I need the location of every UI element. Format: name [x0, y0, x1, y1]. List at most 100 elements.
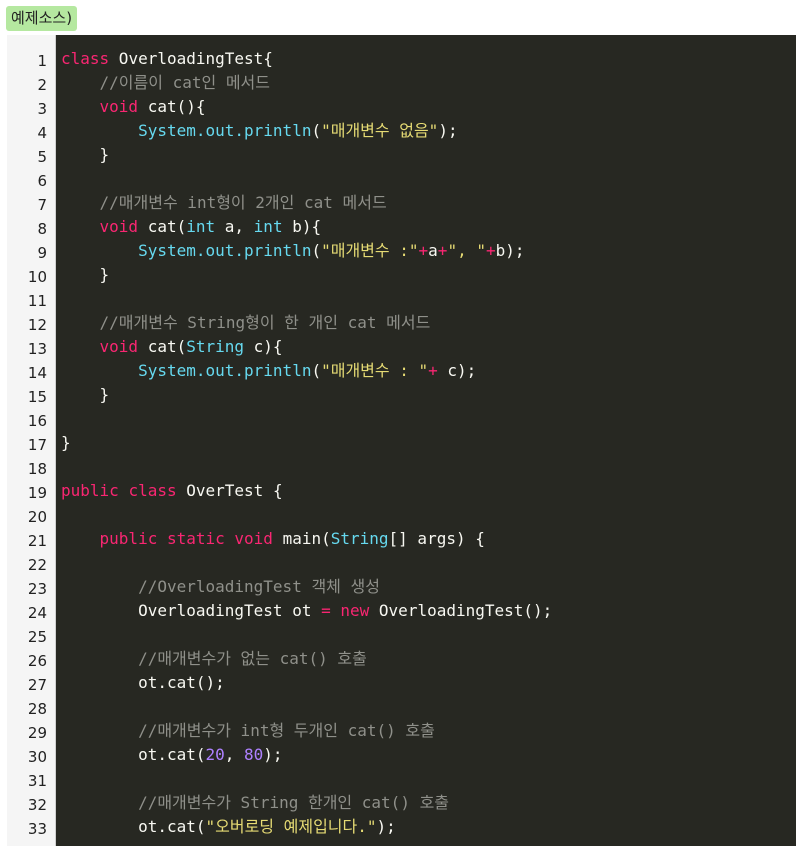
code-line: OverloadingTest ot = new OverloadingTest… [61, 599, 552, 623]
keyword-token: void [99, 97, 139, 116]
type-token: int [253, 217, 283, 236]
code-line: System.out.println("매개변수 :"+a+", "+b); [61, 239, 524, 263]
line-number: 7 [37, 196, 47, 214]
code-line: //매개변수가 int형 두개인 cat() 호출 [61, 719, 435, 743]
keyword-token: new [340, 601, 370, 620]
line-number: 2 [37, 76, 47, 94]
keyword-token: + [437, 241, 448, 260]
code-token: c){ [244, 337, 283, 356]
number-token: 80 [244, 745, 264, 764]
string-token: "매개변수 : " [321, 361, 429, 380]
type-token: System.out.println [138, 241, 312, 260]
code-line: public class OverTest { [61, 479, 283, 503]
code-token: } [61, 433, 71, 452]
code-token: } [61, 385, 110, 404]
line-number: 13 [27, 340, 47, 358]
code-line: ot.cat(); [61, 671, 225, 695]
type-token: String [330, 529, 389, 548]
line-number: 25 [27, 628, 47, 646]
code-line: //OverloadingTest 객체 생성 [61, 575, 380, 599]
code-line: //매개변수가 없는 cat() 호출 [61, 647, 367, 671]
line-number: 26 [27, 652, 47, 670]
code-line: //매개변수가 String 한개인 cat() 호출 [61, 791, 449, 815]
code-token: OverloadingTest ot [61, 601, 322, 620]
code-line: public static void main(String[] args) { [61, 527, 485, 551]
code-token: ); [438, 121, 458, 140]
line-number: 10 [27, 268, 47, 286]
keyword-token: + [418, 241, 429, 260]
keyword-token: class [128, 481, 177, 500]
comment-token: //매개변수 String형이 한 개인 cat 메서드 [99, 313, 431, 332]
line-number: 21 [27, 532, 47, 550]
code-token: ( [311, 121, 322, 140]
line-number: 28 [27, 700, 47, 718]
comment-token: //매개변수 int형이 2개인 cat 메서드 [99, 193, 387, 212]
code-line: //매개변수 String형이 한 개인 cat 메서드 [61, 311, 431, 335]
keyword-token: void [99, 217, 139, 236]
line-number: 12 [27, 316, 47, 334]
type-token: System.out.println [138, 121, 312, 140]
code-line: void cat(String c){ [61, 335, 283, 359]
code-token: OverTest { [176, 481, 283, 500]
string-token: "오버로딩 예제입니다." [205, 817, 377, 836]
line-number: 22 [27, 556, 47, 574]
line-number: 14 [27, 364, 47, 382]
line-number: 20 [27, 508, 47, 526]
comment-token: //이름이 cat인 메서드 [99, 73, 271, 92]
code-area: class OverloadingTest{ //이름이 cat인 메서드 vo… [61, 35, 796, 846]
line-number: 29 [27, 724, 47, 742]
keyword-token: public [99, 529, 158, 548]
string-token: "매개변수 :" [321, 241, 419, 260]
code-token: [] args) { [388, 529, 485, 548]
type-token: int [186, 217, 216, 236]
keyword-token: class [61, 49, 110, 68]
line-number: 11 [27, 292, 47, 310]
code-token: ( [311, 241, 322, 260]
line-number: 5 [37, 148, 47, 166]
keyword-token: void [99, 337, 139, 356]
code-token: c); [437, 361, 477, 380]
line-number: 18 [27, 460, 47, 478]
code-line: //매개변수 int형이 2개인 cat 메서드 [61, 191, 387, 215]
code-line: System.out.println("매개변수 : "+ c); [61, 359, 476, 383]
code-line: ot.cat("오버로딩 예제입니다."); [61, 815, 396, 839]
string-token: "매개변수 없음" [321, 121, 439, 140]
comment-token: //매개변수가 없는 cat() 호출 [138, 649, 367, 668]
line-number: 33 [27, 820, 47, 838]
code-line: void cat(int a, int b){ [61, 215, 322, 239]
line-number-gutter: 1 2 3 4 5 6 7 8 9 10 11 12 13 14 15 16 17 18 19 20 21 22 23 24 2… [7, 35, 56, 846]
code-token: ); [376, 817, 396, 836]
code-line: } [61, 383, 110, 407]
code-token: main( [272, 529, 331, 548]
comment-token: //OverloadingTest 객체 생성 [138, 577, 380, 596]
code-token: cat(){ [138, 97, 206, 116]
keyword-token: = [321, 601, 331, 620]
code-line: System.out.println("매개변수 없음"); [61, 119, 458, 143]
code-token: ot.cat( [61, 745, 206, 764]
code-token: cat( [138, 337, 187, 356]
code-token: OverloadingTest(); [369, 601, 553, 620]
type-token: System.out.println [138, 361, 312, 380]
code-token: } [61, 145, 110, 164]
line-number: 1 [37, 52, 47, 70]
line-number: 32 [27, 796, 47, 814]
code-token: ot.cat( [61, 817, 206, 836]
line-number: 27 [27, 676, 47, 694]
line-number: 17 [27, 436, 47, 454]
comment-token: //매개변수가 int형 두개인 cat() 호출 [138, 721, 435, 740]
code-block: 1 2 3 4 5 6 7 8 9 10 11 12 13 14 15 16 17 18 19 20 21 22 23 24 2… [7, 35, 796, 846]
